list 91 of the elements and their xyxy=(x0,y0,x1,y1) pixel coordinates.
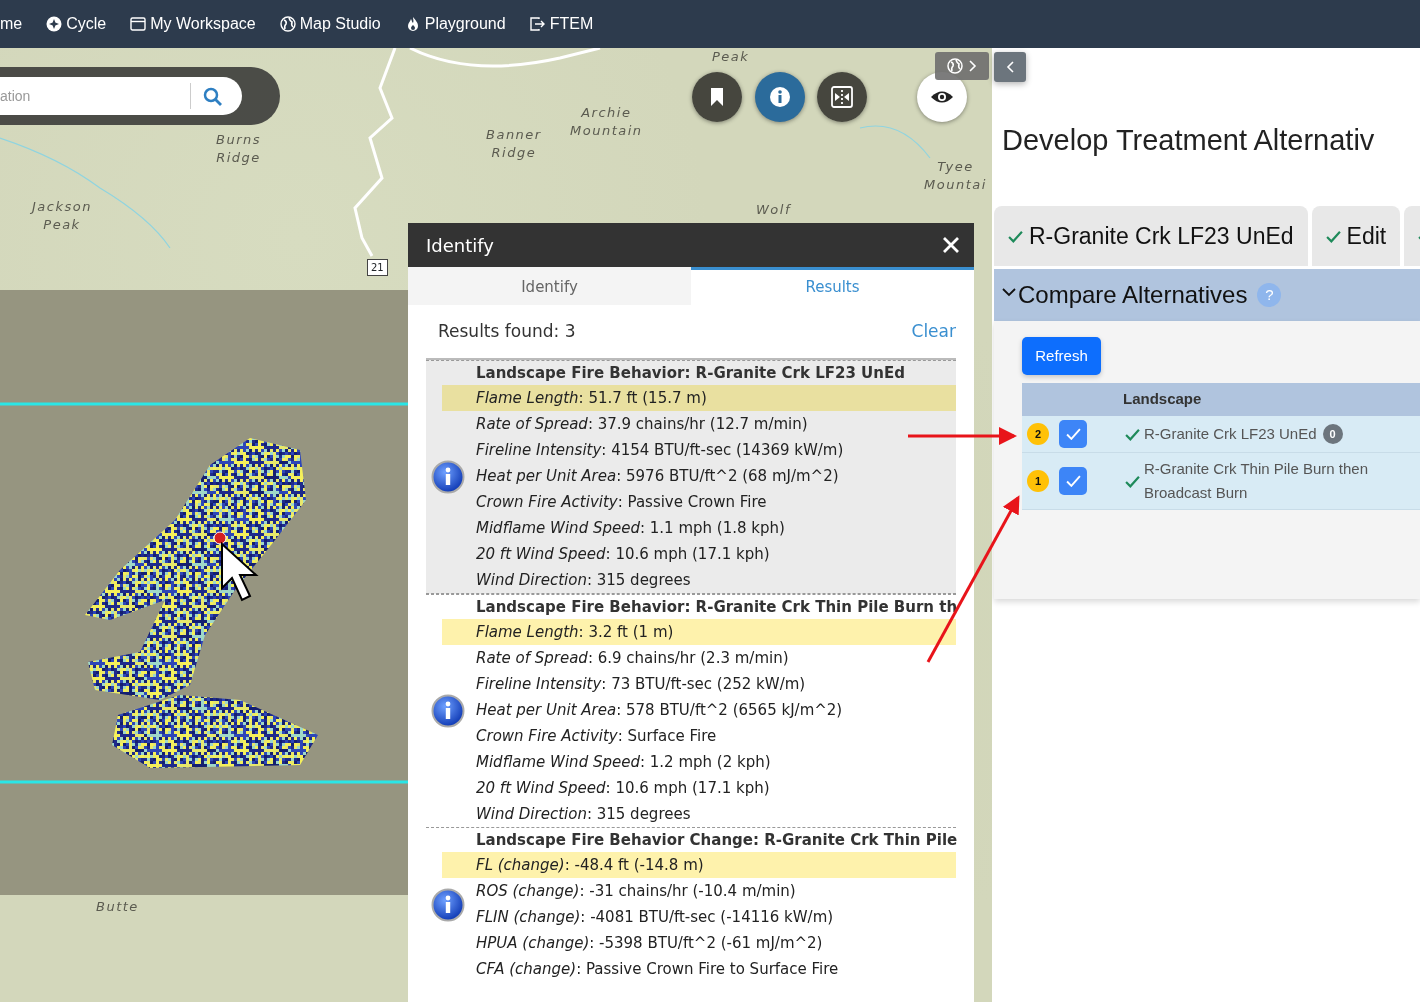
bookmark-icon xyxy=(709,87,725,107)
close-icon xyxy=(942,236,960,254)
checkbox[interactable] xyxy=(1059,467,1087,495)
clear-link[interactable]: Clear xyxy=(911,318,956,345)
basemap-button[interactable] xyxy=(935,52,989,80)
nav-link[interactable]: me xyxy=(0,12,23,36)
globe-icon xyxy=(947,58,963,74)
map-label: Archie Mountain xyxy=(570,104,643,140)
info-icon xyxy=(431,888,465,922)
result-field: Rate of Spread: 37.9 chains/hr (12.7 m/min) xyxy=(476,411,956,437)
globe-icon xyxy=(279,16,296,32)
result-field: Heat per Unit Area: 578 BTU/ft^2 (6565 kJ/m^2) xyxy=(476,697,956,723)
info-icon xyxy=(431,694,465,728)
nav-link[interactable]: Cycle xyxy=(46,12,107,36)
step-tab[interactable]: R-Granite Crk LF23 UnEd xyxy=(994,206,1308,266)
map-label: Banner Ridge xyxy=(486,126,542,162)
result-title: Landscape Fire Behavior: R-Granite Crk LF23 UnEd xyxy=(475,363,906,384)
result-title: Landscape Fire Behavior: R-Granite Crk Thin Pile Burn th xyxy=(475,597,956,618)
info-icon xyxy=(431,460,465,494)
exit-icon xyxy=(529,16,546,32)
info-icon xyxy=(769,86,791,108)
result-field: Wind Direction: 315 degrees xyxy=(476,567,956,593)
result-field: Crown Fire Activity: Passive Crown Fire xyxy=(476,489,956,515)
accordion-header[interactable]: Compare Alternatives ? xyxy=(994,269,1420,321)
route-shield: 21 xyxy=(367,259,388,276)
result-field: Crown Fire Activity: Surface Fire xyxy=(476,723,956,749)
split-view-button[interactable] xyxy=(817,72,867,122)
stream-line xyxy=(859,125,931,159)
collapse-button[interactable] xyxy=(994,52,1026,82)
result-field: Rate of Spread: 6.9 chains/hr (2.3 m/min) xyxy=(476,645,956,671)
chevron-right-icon xyxy=(969,60,977,72)
search-box[interactable]: ation xyxy=(0,77,242,115)
results-count: Results found: 3 xyxy=(438,319,576,343)
result-field: ROS (change): -31 chains/hr (-10.4 m/min) xyxy=(476,878,956,904)
result-field: Midflame Wind Speed: 1.2 mph (2 kph) xyxy=(476,749,956,775)
result-field: Flame Length: 51.7 ft (15.7 m) xyxy=(442,385,956,411)
section-title: Compare Alternatives xyxy=(1018,280,1248,310)
nav-link[interactable]: Playground xyxy=(404,12,506,36)
count-badge: 0 xyxy=(1322,423,1343,445)
map-label: Burns Ridge xyxy=(216,131,261,167)
map-label: Tyee Mountai xyxy=(924,158,987,194)
result-field: Fireline Intensity: 4154 BTU/ft-sec (14369 kW/m) xyxy=(476,437,956,463)
rank-badge: 1 xyxy=(1027,470,1049,492)
step-tab[interactable]: Edit xyxy=(1311,206,1401,266)
nav-link[interactable]: Map Studio xyxy=(279,12,381,36)
window-icon xyxy=(130,16,147,32)
result-field: Midflame Wind Speed: 1.1 mph (1.8 kph) xyxy=(476,515,956,541)
nav-link[interactable]: My Workspace xyxy=(130,12,256,36)
info-button[interactable] xyxy=(755,72,805,122)
checkmark-icon xyxy=(1065,428,1081,440)
alternative-name: R-Granite Crk Thin Pile Burn then Broadcast Burn xyxy=(1144,459,1369,503)
table-row[interactable]: 2 R-Granite Crk LF23 UnEd 0 xyxy=(1022,416,1420,453)
bookmark-button[interactable] xyxy=(692,72,742,122)
map-label: Peak xyxy=(712,48,750,66)
result-field: 20 ft Wind Speed: 10.6 mph (17.1 kph) xyxy=(476,775,956,801)
map-view[interactable] xyxy=(0,48,992,1002)
rank-badge: 2 xyxy=(1027,423,1049,445)
close-button[interactable] xyxy=(942,236,960,254)
panel-title: Identify xyxy=(426,233,494,258)
map-label: Butte xyxy=(96,898,139,916)
result-field: FLIN (change): -4081 BTU/ft-sec (-14116 kW/m) xyxy=(476,904,956,930)
result-field: 20 ft Wind Speed: 10.6 mph (17.1 kph) xyxy=(476,541,956,567)
result-field: Heat per Unit Area: 5976 BTU/ft^2 (68 mJ/m^2) xyxy=(476,463,956,489)
result-field: FL (change): -48.4 ft (-14.8 m) xyxy=(442,852,956,878)
location-marker xyxy=(213,531,227,545)
map-label: Jackson Peak xyxy=(32,198,92,234)
tab[interactable]: Identify xyxy=(408,267,691,305)
eye-icon xyxy=(930,89,954,105)
cursor-icon xyxy=(221,541,259,602)
split-view-icon xyxy=(831,86,853,108)
result-field: Fireline Intensity: 73 BTU/ft-sec (252 kW/m) xyxy=(476,671,956,697)
column-header: Landscape xyxy=(1123,389,1202,410)
result-field: HPUA (change): -5398 BTU/ft^2 (-61 mJ/m^2) xyxy=(476,930,956,956)
checkbox[interactable] xyxy=(1059,420,1087,448)
alternative-name: R-Granite Crk LF23 UnEd xyxy=(1144,424,1317,444)
map-label: Wolf xyxy=(756,201,791,219)
page-title: Develop Treatment Alternativ xyxy=(1002,123,1376,158)
result-field: CFA (change): Passive Crown Fire to Surface Fire xyxy=(476,956,956,982)
nav-link[interactable]: FTEM xyxy=(529,12,594,36)
refresh-button[interactable]: Refresh xyxy=(1022,337,1101,375)
result-field: Wind Direction: 315 degrees xyxy=(476,801,956,827)
table-row[interactable]: 1 R-Granite Crk Thin Pile Burn then Broadcast Burn xyxy=(1022,453,1420,510)
checkmark-icon xyxy=(1065,475,1081,487)
search-field[interactable]: ation xyxy=(0,85,190,107)
visibility-button[interactable] xyxy=(917,72,967,122)
chevron-left-icon xyxy=(1005,61,1015,73)
result-field: Flame Length: 3.2 ft (1 m) xyxy=(442,619,956,645)
result-title: Landscape Fire Behavior Change: R-Granite Crk Thin Pile xyxy=(475,830,956,851)
pinwheel-icon xyxy=(46,16,63,32)
result-group[interactable] xyxy=(426,360,956,594)
search-icon xyxy=(203,86,222,106)
